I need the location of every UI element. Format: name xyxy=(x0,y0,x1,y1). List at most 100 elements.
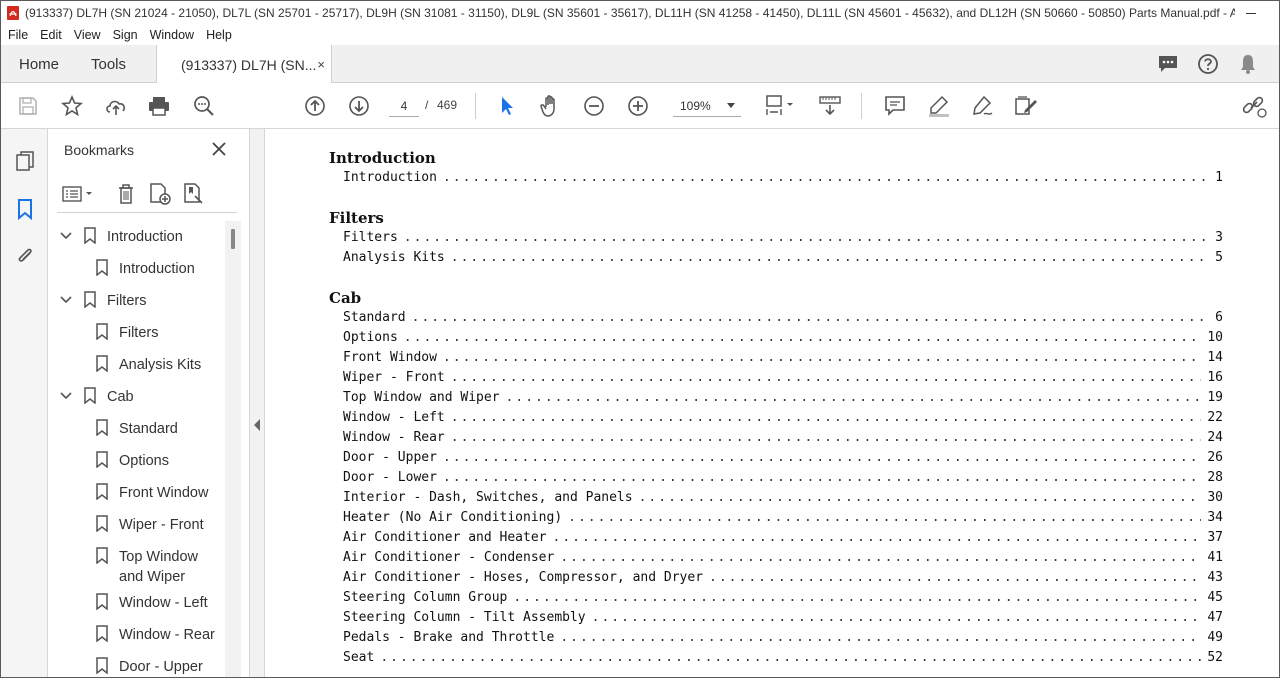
page-thumbnails-icon[interactable] xyxy=(13,149,37,173)
bookmark-item[interactable]: Filters xyxy=(59,291,146,311)
bookmark-label: Wiper - Front xyxy=(119,517,204,533)
collapse-panel-icon[interactable] xyxy=(254,419,260,431)
toc-entry[interactable]: Air Conditioner and Heater..............… xyxy=(343,530,1223,548)
zoom-dropdown[interactable]: 109% xyxy=(673,95,741,117)
toc-entry[interactable]: Filters.................................… xyxy=(343,230,1223,248)
bookmark-search-icon[interactable] xyxy=(181,181,207,207)
print-icon[interactable] xyxy=(146,93,172,119)
find-zoom-icon[interactable] xyxy=(191,93,217,119)
bookmark-options-icon[interactable] xyxy=(61,181,97,207)
bookmark-item[interactable]: Filters xyxy=(95,323,158,343)
toc-entry[interactable]: Wiper - Front...........................… xyxy=(343,370,1223,388)
bookmark-label: Standard xyxy=(119,421,178,437)
chevron-down-icon[interactable] xyxy=(59,229,73,243)
toc-entry[interactable]: Heater (No Air Conditioning)............… xyxy=(343,510,1223,528)
document-view[interactable]: Introduction Introduction...............… xyxy=(266,129,1279,677)
toc-entry[interactable]: Door - Upper............................… xyxy=(343,450,1223,468)
upload-cloud-icon[interactable] xyxy=(103,93,129,119)
bookmark-item[interactable]: Top Window and Wiper xyxy=(95,547,219,587)
toc-entry-label: Door - Upper xyxy=(343,450,443,465)
toc-entry[interactable]: Introduction............................… xyxy=(343,170,1223,188)
menu-view[interactable]: View xyxy=(68,28,107,42)
zoom-in-icon[interactable] xyxy=(625,93,651,119)
menu-sign[interactable]: Sign xyxy=(107,28,144,42)
toc-entry[interactable]: Pedals - Brake and Throttle.............… xyxy=(343,630,1223,648)
toc-entry-page: 24 xyxy=(1201,430,1223,445)
close-icon[interactable] xyxy=(209,139,229,159)
bookmark-label: Top Window and Wiper xyxy=(119,549,198,585)
bookmark-item[interactable]: Window - Rear xyxy=(95,625,215,645)
star-icon[interactable] xyxy=(59,93,85,119)
bookmarks-scrollbar[interactable] xyxy=(225,221,241,677)
toc-entry[interactable]: Window - Rear...........................… xyxy=(343,430,1223,448)
attachments-icon[interactable] xyxy=(13,243,37,267)
toc-entry[interactable]: Front Window............................… xyxy=(343,350,1223,368)
bookmark-label: Options xyxy=(119,453,169,469)
add-comment-icon[interactable] xyxy=(882,93,908,119)
tab-document[interactable]: (913337) DL7H (SN... × xyxy=(156,45,332,84)
page-number-input[interactable] xyxy=(389,95,419,117)
hand-tool-icon[interactable] xyxy=(538,93,564,119)
panel-splitter[interactable] xyxy=(249,129,265,677)
scroll-mode-icon[interactable] xyxy=(817,93,843,119)
share-link-icon[interactable] xyxy=(1241,93,1267,119)
tab-close-button[interactable]: × xyxy=(317,57,325,72)
notification-bell-icon[interactable] xyxy=(1235,52,1261,76)
toc-entry-label: Heater (No Air Conditioning) xyxy=(343,510,569,525)
zoom-out-icon[interactable] xyxy=(581,93,607,119)
chevron-down-icon[interactable] xyxy=(59,389,73,403)
highlight-icon[interactable] xyxy=(926,93,952,119)
toc-leader-dots: ........................................… xyxy=(591,610,1202,625)
comment-icon[interactable] xyxy=(1155,52,1181,76)
minimize-button[interactable] xyxy=(1243,5,1259,21)
toc-entry[interactable]: Steering Column Group...................… xyxy=(343,590,1223,608)
bookmark-item[interactable]: Standard xyxy=(95,419,178,439)
tab-home[interactable]: Home xyxy=(19,45,59,83)
bookmark-item[interactable]: Window - Left xyxy=(95,593,208,613)
bookmark-item[interactable]: Front Window xyxy=(95,483,208,503)
toc-entry[interactable]: Air Conditioner - Condenser.............… xyxy=(343,550,1223,568)
save-icon[interactable] xyxy=(15,93,41,119)
toc-leader-dots: ........................................… xyxy=(568,510,1201,525)
toc-entry[interactable]: Window - Left...........................… xyxy=(343,410,1223,428)
draw-pen-icon[interactable] xyxy=(969,93,995,119)
toc-entry[interactable]: Interior - Dash, Switches, and Panels...… xyxy=(343,490,1223,508)
tab-document-label: (913337) DL7H (SN... xyxy=(181,56,317,73)
bookmark-item[interactable]: Analysis Kits xyxy=(95,355,201,375)
bookmark-icon xyxy=(84,291,96,308)
edit-pdf-icon[interactable] xyxy=(1013,93,1039,119)
bookmark-item[interactable]: Introduction xyxy=(95,259,195,279)
toc-entry[interactable]: Options.................................… xyxy=(343,330,1223,348)
bookmark-item[interactable]: Wiper - Front xyxy=(95,515,204,535)
previous-page-icon[interactable] xyxy=(302,93,328,119)
bookmark-item[interactable]: Door - Upper xyxy=(95,657,203,677)
bookmark-item[interactable]: Introduction xyxy=(59,227,183,247)
toc-entry[interactable]: Standard................................… xyxy=(343,310,1223,328)
bookmarks-icon[interactable] xyxy=(13,197,37,221)
toc-entry[interactable]: Steering Column - Tilt Assembly.........… xyxy=(343,610,1223,628)
toc-entry[interactable]: Analysis Kits...........................… xyxy=(343,250,1223,268)
toc-entry[interactable]: Door - Lower............................… xyxy=(343,470,1223,488)
toc-entry[interactable]: Seat....................................… xyxy=(343,650,1223,668)
page-separator: / xyxy=(425,98,429,112)
menu-file[interactable]: File xyxy=(1,28,34,42)
delete-bookmark-icon[interactable] xyxy=(113,181,139,207)
help-icon[interactable] xyxy=(1195,52,1221,76)
toc-entry[interactable]: Top Window and Wiper....................… xyxy=(343,390,1223,408)
select-cursor-icon[interactable] xyxy=(494,93,520,119)
toc-entry-page: 47 xyxy=(1201,610,1223,625)
menu-window[interactable]: Window xyxy=(144,28,200,42)
bookmark-item[interactable]: Cab xyxy=(59,387,134,407)
menu-help[interactable]: Help xyxy=(200,28,238,42)
tab-tools[interactable]: Tools xyxy=(91,45,126,83)
bookmarks-scrollbar-thumb[interactable] xyxy=(231,229,235,249)
toc-entry[interactable]: Air Conditioner - Hoses, Compressor, and… xyxy=(343,570,1223,588)
toc-entry-label: Window - Left xyxy=(343,410,451,425)
next-page-icon[interactable] xyxy=(346,93,372,119)
bookmark-icon xyxy=(84,387,96,404)
bookmark-item[interactable]: Options xyxy=(95,451,169,471)
page-fit-icon[interactable] xyxy=(763,93,797,119)
new-bookmark-icon[interactable] xyxy=(147,181,173,207)
chevron-down-icon[interactable] xyxy=(59,293,73,307)
menu-edit[interactable]: Edit xyxy=(34,28,68,42)
